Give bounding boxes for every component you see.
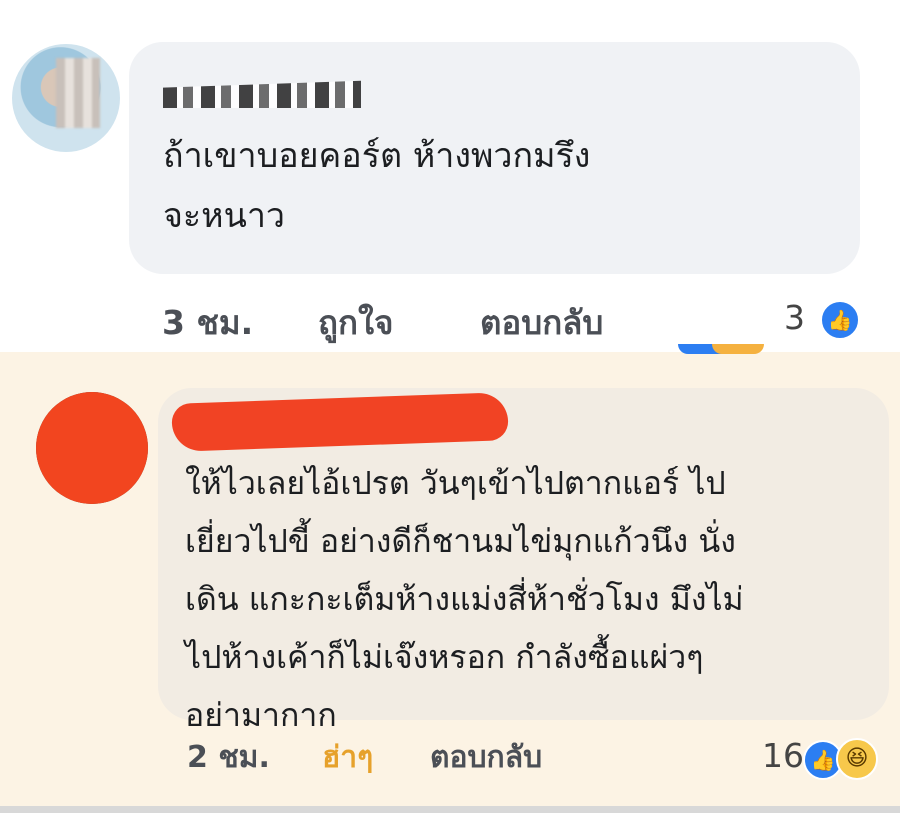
reaction-count[interactable]: 16 <box>762 736 804 775</box>
reaction-strip-haha <box>712 344 764 354</box>
reply-text: ให้ไวเลยไอ้เปรต วันๆเข้าไปตากแอร์ ไป เยี… <box>185 464 744 734</box>
haha-reaction-button[interactable]: ฮ่าๆ <box>322 734 373 781</box>
avatar-redaction <box>36 392 148 504</box>
like-button[interactable]: ถูกใจ <box>318 296 393 349</box>
comment-text: ถ้าเขาบอยคอร์ต ห้างพวกมรึง จะหนาว <box>163 136 591 236</box>
haha-icon[interactable]: 😆 <box>836 738 878 780</box>
reply-button[interactable]: ตอบกลับ <box>480 296 603 349</box>
reply-button[interactable]: ตอบกลับ <box>430 734 542 781</box>
pixelated-face <box>56 58 100 128</box>
reply-time[interactable]: 2 ชม. <box>187 734 270 781</box>
reaction-count[interactable]: 3 <box>784 298 805 337</box>
like-icon[interactable]: 👍 <box>820 300 860 340</box>
commenter-avatar[interactable] <box>12 44 120 152</box>
bottom-divider <box>0 806 900 813</box>
reply-avatar[interactable] <box>36 392 148 504</box>
comment-time[interactable]: 3 ชม. <box>162 296 253 349</box>
